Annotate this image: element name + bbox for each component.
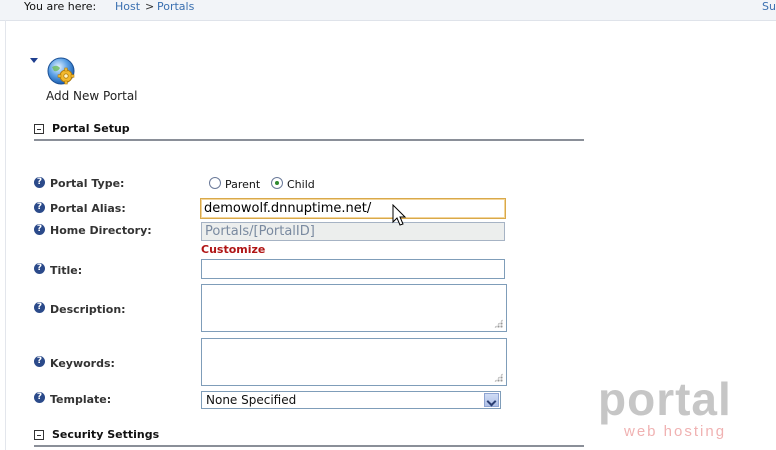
top-right-link[interactable]: Su: [762, 0, 776, 13]
chevron-down-icon[interactable]: [484, 393, 499, 407]
template-select[interactable]: None Specified: [201, 391, 501, 409]
radio-parent[interactable]: [209, 177, 221, 189]
help-icon[interactable]: ?: [34, 177, 45, 188]
breadcrumb-portals-link[interactable]: Portals: [157, 0, 194, 13]
mouse-cursor-icon: [392, 204, 407, 226]
watermark-brand: portal: [598, 373, 732, 425]
help-icon[interactable]: ?: [34, 263, 45, 274]
home-directory-input: [201, 222, 505, 241]
portal-alias-input[interactable]: [200, 198, 506, 219]
help-icon[interactable]: ?: [34, 356, 45, 367]
radio-parent-label[interactable]: Parent: [225, 178, 260, 191]
title-input[interactable]: [201, 259, 505, 279]
collapse-toggle-icon[interactable]: [34, 124, 44, 134]
section-title: Portal Setup: [52, 122, 130, 135]
help-icon[interactable]: ?: [34, 224, 45, 235]
radio-child-label[interactable]: Child: [287, 178, 315, 191]
breadcrumb-host-link[interactable]: Host: [115, 0, 140, 13]
section-title: Security Settings: [52, 428, 160, 441]
portal-type-label: Portal Type:: [50, 177, 125, 190]
watermark-tagline: web hosting: [624, 423, 727, 440]
keywords-label: Keywords:: [50, 357, 115, 370]
portal-alias-label: Portal Alias:: [50, 202, 126, 215]
collapse-toggle-icon[interactable]: [34, 430, 44, 440]
template-selected-value: None Specified: [206, 393, 297, 407]
add-new-portal-link[interactable]: Add New Portal: [46, 89, 138, 103]
globe-gear-icon[interactable]: [46, 56, 78, 88]
collapse-arrow-icon[interactable]: [30, 58, 38, 63]
help-icon[interactable]: ?: [34, 202, 45, 213]
security-settings-section-header[interactable]: Security Settings: [34, 428, 584, 448]
radio-child[interactable]: [271, 177, 283, 189]
breadcrumb-prefix: You are here:: [24, 0, 97, 13]
home-directory-label: Home Directory:: [50, 224, 152, 237]
help-icon[interactable]: ?: [34, 392, 45, 403]
breadcrumb-bar: You are here: Host > Portals Su: [0, 0, 776, 21]
description-textarea[interactable]: [201, 284, 507, 332]
help-icon[interactable]: ?: [34, 302, 45, 313]
breadcrumb-separator: >: [145, 0, 155, 13]
title-label: Title:: [50, 264, 83, 277]
portal-setup-section-header[interactable]: Portal Setup: [34, 122, 584, 142]
section-divider: [34, 445, 584, 447]
page-left-border: [5, 20, 6, 450]
template-label: Template:: [50, 393, 112, 406]
section-divider: [34, 139, 584, 141]
customize-link[interactable]: Customize: [201, 243, 265, 256]
description-label: Description:: [50, 303, 126, 316]
keywords-textarea[interactable]: [201, 338, 507, 386]
